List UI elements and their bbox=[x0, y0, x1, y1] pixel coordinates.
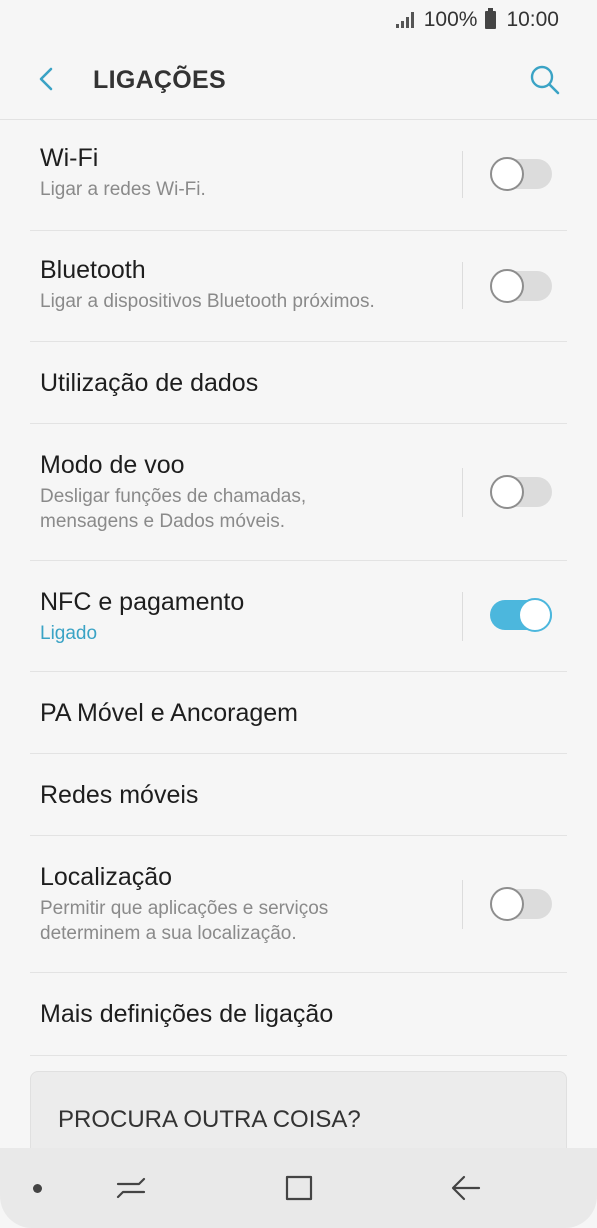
navigation-bar bbox=[0, 1148, 597, 1228]
divider bbox=[462, 880, 463, 929]
home-icon bbox=[285, 1175, 313, 1201]
nav-dot-icon bbox=[33, 1184, 42, 1193]
setting-subtitle: Ligado bbox=[40, 623, 98, 644]
setting-more-connection[interactable]: Mais definições de ligação bbox=[30, 973, 567, 1056]
wifi-toggle[interactable] bbox=[490, 157, 552, 192]
status-bar: 100% 10:00 bbox=[0, 0, 597, 40]
home-button[interactable] bbox=[281, 1170, 317, 1206]
setting-subtitle: Ligar a redes Wi-Fi. bbox=[40, 179, 206, 200]
setting-subtitle: Permitir que aplicações e serviços deter… bbox=[40, 898, 329, 944]
app-header: LIGAÇÕES bbox=[0, 40, 597, 120]
signal-icon bbox=[395, 12, 414, 28]
setting-subtitle: Desligar funções de chamadas, mensagens … bbox=[40, 486, 307, 532]
battery-percentage: 100% bbox=[423, 8, 478, 31]
setting-title: Redes móveis bbox=[40, 781, 199, 809]
back-button[interactable] bbox=[32, 64, 62, 94]
divider bbox=[462, 151, 463, 198]
chevron-left-icon bbox=[39, 67, 53, 91]
setting-mobile-networks[interactable]: Redes móveis bbox=[30, 754, 567, 836]
setting-airplane-mode[interactable]: Modo de voo Desligar funções de chamadas… bbox=[30, 424, 567, 561]
system-back-button[interactable] bbox=[448, 1170, 484, 1206]
suggestions-label: PROCURA OUTRA COISA? bbox=[58, 1106, 361, 1133]
setting-title: Utilização de dados bbox=[40, 369, 259, 397]
setting-title: Localização bbox=[40, 863, 173, 891]
clock: 10:00 bbox=[506, 8, 559, 31]
setting-title: NFC e pagamento bbox=[40, 588, 245, 616]
recents-button[interactable] bbox=[113, 1170, 149, 1206]
battery-icon bbox=[485, 8, 497, 29]
setting-subtitle: Ligar a dispositivos Bluetooth próximos. bbox=[40, 291, 375, 312]
location-toggle[interactable] bbox=[490, 887, 552, 922]
setting-title: Bluetooth bbox=[40, 256, 146, 284]
setting-title: Wi-Fi bbox=[40, 144, 99, 172]
settings-list: Wi-Fi Ligar a redes Wi-Fi. Bluetooth Lig… bbox=[30, 120, 567, 1056]
setting-bluetooth[interactable]: Bluetooth Ligar a dispositivos Bluetooth… bbox=[30, 231, 567, 342]
search-button[interactable] bbox=[529, 64, 561, 96]
setting-title: Mais definições de ligação bbox=[40, 1000, 334, 1028]
page-title: LIGAÇÕES bbox=[93, 66, 226, 94]
nfc-toggle[interactable] bbox=[490, 598, 552, 633]
divider bbox=[462, 262, 463, 309]
setting-title: PA Móvel e Ancoragem bbox=[40, 699, 299, 727]
setting-wifi[interactable]: Wi-Fi Ligar a redes Wi-Fi. bbox=[30, 120, 567, 231]
recents-icon bbox=[116, 1177, 146, 1199]
setting-hotspot-tethering[interactable]: PA Móvel e Ancoragem bbox=[30, 672, 567, 754]
bluetooth-toggle[interactable] bbox=[490, 269, 552, 304]
divider bbox=[462, 592, 463, 641]
search-icon bbox=[530, 65, 560, 95]
divider bbox=[462, 468, 463, 517]
back-arrow-icon bbox=[451, 1175, 481, 1201]
setting-data-usage[interactable]: Utilização de dados bbox=[30, 342, 567, 424]
airplane-mode-toggle[interactable] bbox=[490, 475, 552, 510]
setting-location[interactable]: Localização Permitir que aplicações e se… bbox=[30, 836, 567, 973]
setting-nfc-payment[interactable]: NFC e pagamento Ligado bbox=[30, 561, 567, 672]
setting-title: Modo de voo bbox=[40, 451, 185, 479]
